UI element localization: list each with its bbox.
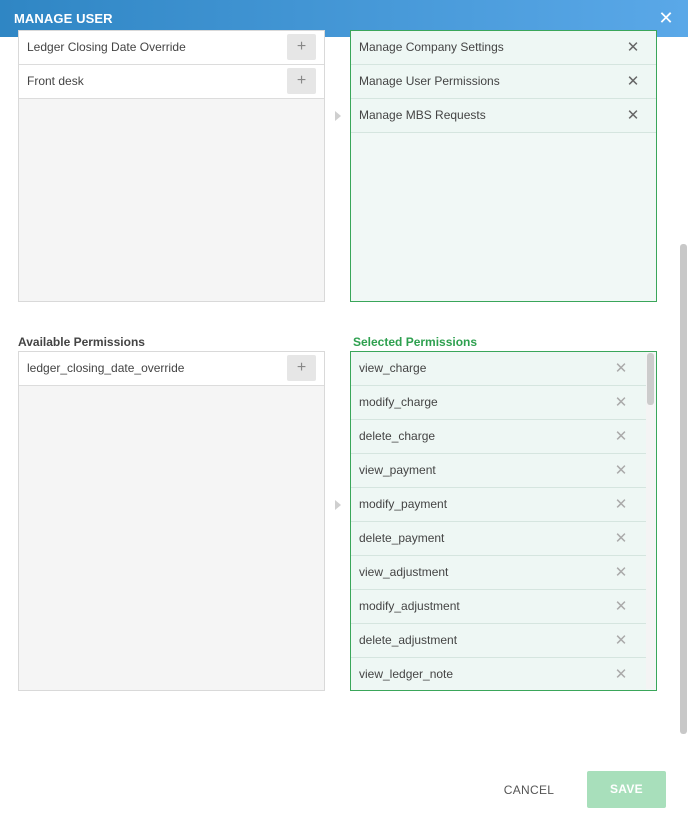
cancel-button[interactable]: CANCEL	[496, 772, 562, 808]
permission-label: delete_payment	[359, 531, 445, 545]
permission-label: modify_adjustment	[359, 599, 460, 613]
role-label: Manage Company Settings	[359, 40, 504, 54]
list-item: modify_payment ✕	[351, 488, 646, 522]
available-permissions-label: Available Permissions	[18, 335, 145, 349]
remove-permission-icon[interactable]: ✕	[614, 658, 628, 690]
list-item: modify_charge ✕	[351, 386, 646, 420]
permission-label: view_ledger_note	[359, 667, 454, 681]
remove-role-icon[interactable]: ✕	[626, 31, 640, 64]
permission-label: ledger_closing_date_override	[27, 361, 185, 375]
list-item: view_ledger_note ✕	[351, 658, 646, 690]
remove-permission-icon[interactable]: ✕	[614, 454, 628, 487]
list-item: view_payment ✕	[351, 454, 646, 488]
add-role-button[interactable]: +	[287, 68, 316, 94]
list-item: delete_payment ✕	[351, 522, 646, 556]
list-item: Manage User Permissions ✕	[351, 65, 656, 99]
remove-permission-icon[interactable]: ✕	[614, 556, 628, 589]
add-permission-button[interactable]: +	[287, 355, 316, 381]
transfer-arrow-icon	[335, 111, 341, 121]
available-roles-list: Ledger Closing Date Override + Front des…	[18, 30, 325, 302]
page-scrollbar-thumb[interactable]	[680, 244, 687, 734]
list-item: modify_adjustment ✕	[351, 590, 646, 624]
permissions-scrollbar[interactable]	[646, 353, 655, 689]
permission-label: modify_payment	[359, 497, 448, 511]
permission-label: view_charge	[359, 361, 427, 375]
permission-label: view_payment	[359, 463, 436, 477]
permission-label: delete_charge	[359, 429, 436, 443]
list-item: Front desk +	[19, 65, 324, 99]
permissions-scrollbar-thumb[interactable]	[647, 353, 654, 405]
role-label: Front desk	[27, 74, 84, 88]
list-item: delete_adjustment ✕	[351, 624, 646, 658]
remove-permission-icon[interactable]: ✕	[614, 488, 628, 521]
list-item: delete_charge ✕	[351, 420, 646, 454]
selected-permissions-list: view_charge ✕ modify_charge ✕ delete_cha…	[350, 351, 657, 691]
remove-permission-icon[interactable]: ✕	[614, 522, 628, 555]
remove-permission-icon[interactable]: ✕	[614, 352, 628, 385]
remove-permission-icon[interactable]: ✕	[614, 624, 628, 657]
page-scrollbar[interactable]	[679, 37, 688, 830]
remove-role-icon[interactable]: ✕	[626, 99, 640, 132]
remove-role-icon[interactable]: ✕	[626, 65, 640, 98]
list-item: Manage MBS Requests ✕	[351, 99, 656, 133]
add-role-button[interactable]: +	[287, 34, 316, 60]
permission-label: delete_adjustment	[359, 633, 458, 647]
remove-permission-icon[interactable]: ✕	[614, 420, 628, 453]
transfer-arrow-icon	[335, 500, 341, 510]
remove-permission-icon[interactable]: ✕	[614, 386, 628, 419]
permission-label: modify_charge	[359, 395, 438, 409]
list-item: Manage Company Settings ✕	[351, 31, 656, 65]
role-label: Manage User Permissions	[359, 74, 500, 88]
list-item: view_charge ✕	[351, 352, 646, 386]
available-permissions-list: ledger_closing_date_override +	[18, 351, 325, 691]
selected-roles-list: Manage Company Settings ✕ Manage User Pe…	[350, 30, 657, 302]
dialog-title: MANAGE USER	[14, 11, 113, 26]
role-label: Ledger Closing Date Override	[27, 40, 186, 54]
permission-label: view_adjustment	[359, 565, 449, 579]
selected-permissions-label: Selected Permissions	[353, 335, 478, 349]
role-label: Manage MBS Requests	[359, 108, 486, 122]
close-icon[interactable]: ✕	[658, 9, 674, 27]
save-button[interactable]: SAVE	[587, 771, 666, 808]
list-item: ledger_closing_date_override +	[19, 352, 324, 386]
remove-permission-icon[interactable]: ✕	[614, 590, 628, 623]
list-item: view_adjustment ✕	[351, 556, 646, 590]
list-item: Ledger Closing Date Override +	[19, 31, 324, 65]
